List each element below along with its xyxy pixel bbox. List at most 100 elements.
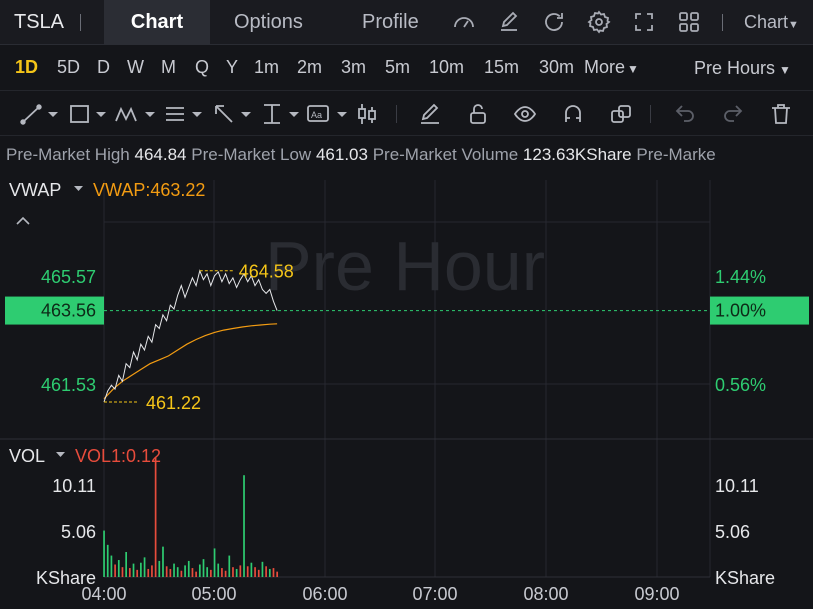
x-axis-tick-label: 07:00	[412, 584, 457, 604]
fullscreen-icon[interactable]	[632, 10, 656, 34]
vwap-indicator-label[interactable]: VWAP	[9, 180, 61, 200]
volume-bar	[272, 568, 275, 577]
undo-icon[interactable]	[673, 102, 697, 126]
volume-bar	[173, 563, 175, 577]
copy-icon[interactable]	[609, 102, 633, 126]
tab-profile-label: Profile	[362, 11, 419, 33]
trash-icon[interactable]	[769, 102, 793, 126]
tab-options[interactable]: Options	[234, 0, 303, 45]
magnet-icon[interactable]	[561, 102, 585, 126]
arrow-tool[interactable]	[212, 102, 256, 126]
gauge-icon[interactable]	[452, 10, 476, 34]
period-1m[interactable]: 1m	[254, 57, 279, 78]
premarket-volume-label: Pre-Market Volume	[372, 145, 519, 164]
redo-icon[interactable]	[721, 102, 745, 126]
period-3m[interactable]: 3m	[341, 57, 366, 78]
period-q[interactable]: Q	[195, 57, 209, 78]
candlestick-tool[interactable]	[355, 102, 379, 126]
vol-axis-label-top-right: 10.11	[715, 476, 759, 496]
chart-type-dropdown[interactable]: Chart▼	[744, 0, 799, 45]
caret-down-icon[interactable]	[56, 452, 65, 457]
volume-bar	[147, 568, 150, 577]
volume-bar	[121, 567, 124, 577]
volume-bar	[184, 565, 186, 577]
refresh-icon[interactable]	[542, 10, 566, 34]
trend-line-tool[interactable]	[20, 102, 62, 126]
period-30m[interactable]: 30m	[539, 57, 574, 78]
volume-bar	[224, 570, 227, 577]
chart-type-label: Chart	[744, 12, 789, 32]
price-lines	[103, 269, 278, 403]
period-5m[interactable]: 5m	[385, 57, 410, 78]
volume-bar	[276, 571, 279, 577]
period-more-dropdown[interactable]: More ▼	[584, 57, 639, 78]
volume-bar	[232, 567, 234, 577]
premarket-info-line: Pre-Market High 464.84 Pre-Market Low 46…	[6, 145, 813, 165]
volume-bar	[132, 563, 135, 577]
period-10m[interactable]: 10m	[429, 57, 464, 78]
pct-axis-label-bottom: 0.56%	[715, 375, 766, 395]
edit-icon[interactable]	[497, 10, 521, 34]
layout-grid-icon[interactable]	[677, 10, 701, 34]
volume-bar	[140, 562, 142, 577]
ticker-symbol[interactable]: TSLA	[14, 11, 64, 34]
premarket-trailing-label: Pre-Marke	[636, 145, 716, 164]
measure-tool[interactable]	[260, 102, 304, 126]
tab-profile[interactable]: Profile	[362, 0, 419, 45]
unlock-icon[interactable]	[466, 102, 490, 126]
x-axis-tick-label: 08:00	[523, 584, 568, 604]
pct-axis-label-top: 1.44%	[715, 267, 766, 287]
tab-chart[interactable]: Chart	[104, 0, 210, 45]
volume-bar	[125, 552, 127, 577]
vwap-readout: VWAP:463.22	[93, 180, 205, 200]
volume-bar	[213, 548, 216, 577]
eye-icon[interactable]	[513, 102, 537, 126]
volume-bar	[228, 555, 231, 577]
volume-bar	[187, 560, 190, 577]
volume-bar	[143, 557, 146, 577]
rectangle-tool[interactable]	[68, 102, 110, 126]
caret-down-icon[interactable]	[74, 186, 83, 191]
volume-bar	[128, 568, 131, 577]
period-bar: 1D 5D D W M Q Y 1m 2m 3m 5m 10m 15m 30m …	[0, 45, 813, 90]
divider	[396, 105, 397, 123]
collapse-chevron-icon[interactable]	[16, 216, 30, 225]
drawing-tools-bar: Aa	[0, 90, 813, 136]
pattern-tool[interactable]	[114, 102, 160, 126]
session-dropdown[interactable]: Pre Hours ▼	[694, 58, 791, 79]
premarket-volume-value: 123.63KShare	[522, 145, 632, 164]
period-5d[interactable]: 5D	[57, 57, 80, 78]
volume-bar	[106, 544, 109, 577]
caret-down-icon: ▼	[779, 63, 791, 77]
premarket-low-value: 461.03	[315, 145, 368, 164]
volume-bar	[114, 564, 116, 577]
high-marker-label: 464.58	[239, 262, 294, 282]
divider	[650, 105, 651, 123]
volume-bar	[217, 563, 220, 577]
volume-bar	[103, 530, 105, 577]
period-more-label: More	[584, 57, 626, 77]
period-1d[interactable]: 1D	[15, 57, 38, 78]
period-m[interactable]: M	[161, 57, 176, 78]
chart-watermark: Pre Hour	[265, 227, 545, 305]
price-chart-svg[interactable]: Pre Hour VWAP VWAP:463.22 465.57 461.53 …	[0, 172, 813, 609]
settings-gear-icon[interactable]	[587, 10, 611, 34]
volume-bar	[202, 559, 205, 577]
x-axis-tick-label: 05:00	[191, 584, 236, 604]
volume-bar	[261, 561, 264, 577]
premarket-high-label: Pre-Market High	[6, 145, 130, 164]
period-y[interactable]: Y	[226, 57, 238, 78]
period-d[interactable]: D	[97, 57, 110, 78]
volume-bar	[176, 567, 179, 577]
vol-indicator-label[interactable]: VOL	[9, 446, 45, 466]
volume-bar	[235, 568, 238, 577]
text-annotation-tool[interactable]: Aa	[306, 102, 352, 126]
period-w[interactable]: W	[127, 57, 144, 78]
period-15m[interactable]: 15m	[484, 57, 519, 78]
pencil-icon[interactable]	[418, 102, 442, 126]
x-axis-tick-label: 06:00	[302, 584, 347, 604]
chart-area[interactable]: Pre Hour VWAP VWAP:463.22 465.57 461.53 …	[0, 172, 813, 609]
fibonacci-tool[interactable]	[163, 102, 207, 126]
volume-bar	[239, 565, 242, 577]
period-2m[interactable]: 2m	[297, 57, 322, 78]
